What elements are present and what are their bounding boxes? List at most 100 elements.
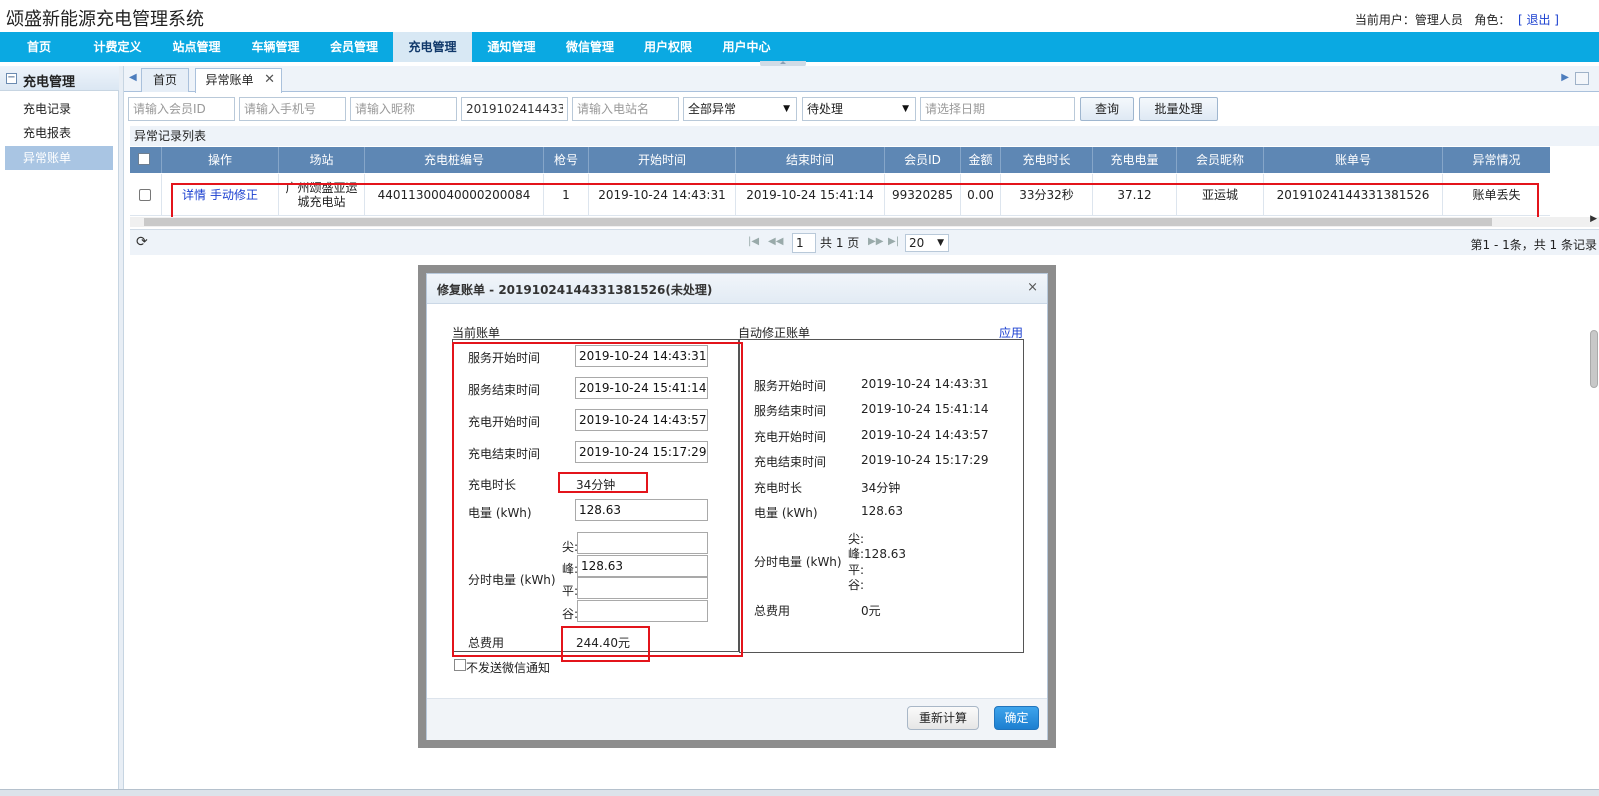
current-service-end-label: 服务结束时间 — [468, 383, 541, 397]
tou-sharp-input[interactable] — [577, 532, 708, 554]
charge-end-input[interactable]: 2019-10-24 15:17:29 — [575, 441, 708, 463]
nickname-input[interactable] — [350, 97, 457, 121]
recalculate-button[interactable]: 重新计算 — [907, 706, 979, 730]
nav-notifications[interactable]: 通知管理 — [472, 32, 551, 62]
sidebar-header: − 充电管理 — [0, 66, 119, 91]
sidebar-item-charge-report[interactable]: 充电报表 — [5, 121, 113, 145]
service-start-input[interactable]: 2019-10-24 14:43:31 — [575, 345, 708, 367]
col-ops[interactable]: 操作 — [162, 147, 279, 173]
auto-charge-start-label: 充电开始时间 — [754, 430, 827, 444]
app-header: 颂盛新能源充电管理系统 当前用户：管理人员 角色： [ 退出 ] — [0, 0, 1599, 32]
bill-no-input[interactable] — [461, 97, 568, 121]
col-end-time[interactable]: 结束时间 — [736, 147, 885, 173]
col-member-id[interactable]: 会员ID — [885, 147, 961, 173]
sidebar-item-abnormal-bills[interactable]: 异常账单 — [5, 146, 113, 170]
collapse-minus-icon[interactable]: − — [6, 73, 17, 84]
current-total-value: 244.40元 — [576, 636, 630, 650]
dialog-close-icon[interactable]: × — [1027, 280, 1038, 295]
select-all-checkbox[interactable] — [138, 153, 150, 165]
auto-charge-start-value: 2019-10-24 14:43:57 — [861, 428, 989, 442]
abnormal-type-select[interactable]: 全部异常 ▼ — [683, 97, 797, 121]
nav-wechat[interactable]: 微信管理 — [551, 32, 629, 62]
station-input[interactable] — [572, 97, 679, 121]
logout-link[interactable]: [ 退出 ] — [1518, 13, 1559, 27]
detail-link[interactable]: 详情 — [182, 188, 206, 202]
nav-home[interactable]: 首页 — [0, 32, 78, 62]
sidebar-splitter[interactable] — [119, 66, 124, 796]
col-energy[interactable]: 充电电量 — [1093, 147, 1177, 173]
row-checkbox[interactable] — [139, 189, 151, 201]
tab-abnormal-bills-label: 异常账单 — [205, 73, 254, 87]
charge-start-input[interactable]: 2019-10-24 14:43:57 — [575, 409, 708, 431]
tou-peak-input[interactable]: 128.63 — [577, 555, 708, 577]
page-size-select[interactable]: 20 ▼ — [905, 234, 949, 252]
horizontal-scrollbar[interactable]: ▶ — [130, 214, 1599, 227]
col-pile-no[interactable]: 充电桩编号 — [365, 147, 544, 173]
auto-energy-label: 电量 (kWh) — [754, 506, 818, 520]
first-page-icon[interactable]: |◀ — [748, 236, 759, 247]
last-page-icon[interactable]: ▶| — [888, 236, 899, 247]
next-page-icon[interactable]: ▶▶ — [868, 236, 883, 247]
nav-charging[interactable]: 充电管理 — [393, 32, 472, 62]
auto-service-start-label: 服务开始时间 — [754, 379, 827, 393]
nav-stations[interactable]: 站点管理 — [157, 32, 236, 62]
refresh-icon[interactable]: ⟳ — [136, 234, 148, 250]
energy-input[interactable]: 128.63 — [575, 499, 708, 521]
auto-service-end-label: 服务结束时间 — [754, 404, 827, 418]
query-button[interactable]: 查询 — [1080, 97, 1134, 121]
batch-process-button[interactable]: 批量处理 — [1139, 97, 1218, 121]
col-gun-no[interactable]: 枪号 — [544, 147, 589, 173]
tab-scroll-right-icon[interactable]: ▶ — [1561, 72, 1569, 83]
status-select[interactable]: 待处理 ▼ — [802, 97, 916, 121]
phone-input[interactable] — [239, 97, 346, 121]
nav-members[interactable]: 会员管理 — [315, 32, 393, 62]
tou-valley-input[interactable] — [577, 600, 708, 622]
total-pages: 共 1 页 — [820, 236, 860, 250]
manual-fix-link[interactable]: 手动修正 — [210, 188, 258, 202]
col-station[interactable]: 场站 — [279, 147, 365, 173]
tab-menu-icon[interactable] — [1575, 72, 1589, 85]
tou-flat-input[interactable] — [577, 577, 708, 599]
col-amount[interactable]: 金额 — [961, 147, 1001, 173]
tou-peak-label: 峰: — [562, 562, 579, 576]
tab-abnormal-bills[interactable]: 异常账单 ✕ — [195, 68, 282, 93]
page-number-input[interactable]: 1 — [792, 233, 816, 253]
grid-header: 操作 场站 充电桩编号 枪号 开始时间 结束时间 会员ID 金额 充电时长 充电… — [130, 147, 1550, 173]
row-bill-no-cell: 20191024144331381526 — [1264, 174, 1443, 216]
service-end-input[interactable]: 2019-10-24 15:41:14 — [575, 377, 708, 399]
confirm-button[interactable]: 确定 — [994, 706, 1039, 730]
scrollbar-thumb[interactable] — [144, 218, 1492, 226]
nav-vehicles[interactable]: 车辆管理 — [236, 32, 315, 62]
current-duration-label: 充电时长 — [468, 478, 517, 492]
nav-permissions[interactable]: 用户权限 — [629, 32, 707, 62]
row-duration-cell: 33分32秒 — [1001, 174, 1093, 216]
tab-home[interactable]: 首页 — [141, 68, 189, 92]
current-energy-label: 电量 (kWh) — [468, 506, 532, 520]
table-row[interactable]: 详情 手动修正 广州颂盛亚运城充电站 44011300040000200084 … — [130, 174, 1550, 216]
scroll-right-arrow-icon[interactable]: ▶ — [1590, 214, 1597, 224]
col-duration[interactable]: 充电时长 — [1001, 147, 1093, 173]
dropdown-arrow-icon: ▼ — [783, 104, 790, 114]
nav-user-center[interactable]: 用户中心 — [707, 32, 786, 62]
nav-billing[interactable]: 计费定义 — [78, 32, 157, 62]
sidebar-item-charge-records[interactable]: 充电记录 — [5, 97, 113, 121]
date-input[interactable] — [920, 97, 1075, 121]
auto-tou-label: 分时电量 (kWh) — [754, 555, 842, 569]
row-gun-no-cell: 1 — [544, 174, 589, 216]
no-wechat-checkbox[interactable] — [454, 659, 466, 671]
tab-scroll-left-icon[interactable]: ◀ — [129, 72, 137, 83]
member-id-input[interactable] — [128, 97, 235, 121]
tab-close-icon[interactable]: ✕ — [264, 69, 275, 91]
col-bill-no[interactable]: 账单号 — [1264, 147, 1443, 173]
prev-page-icon[interactable]: ◀◀ — [768, 236, 783, 247]
auto-energy-value: 128.63 — [861, 504, 903, 518]
main-nav: 首页 计费定义 站点管理 车辆管理 会员管理 充电管理 通知管理 微信管理 用户… — [0, 32, 1599, 62]
page-size-value: 20 — [909, 236, 925, 250]
col-abnormal[interactable]: 异常情况 — [1443, 147, 1550, 173]
col-start-time[interactable]: 开始时间 — [589, 147, 736, 173]
col-nickname[interactable]: 会员昵称 — [1177, 147, 1264, 173]
sidebar: − 充电管理 充电记录 充电报表 异常账单 — [0, 66, 119, 796]
sidebar-title: 充电管理 — [23, 75, 76, 90]
vertical-scrollbar-thumb[interactable] — [1590, 330, 1598, 388]
user-info: 当前用户：管理人员 角色： [ 退出 ] — [1355, 11, 1559, 28]
